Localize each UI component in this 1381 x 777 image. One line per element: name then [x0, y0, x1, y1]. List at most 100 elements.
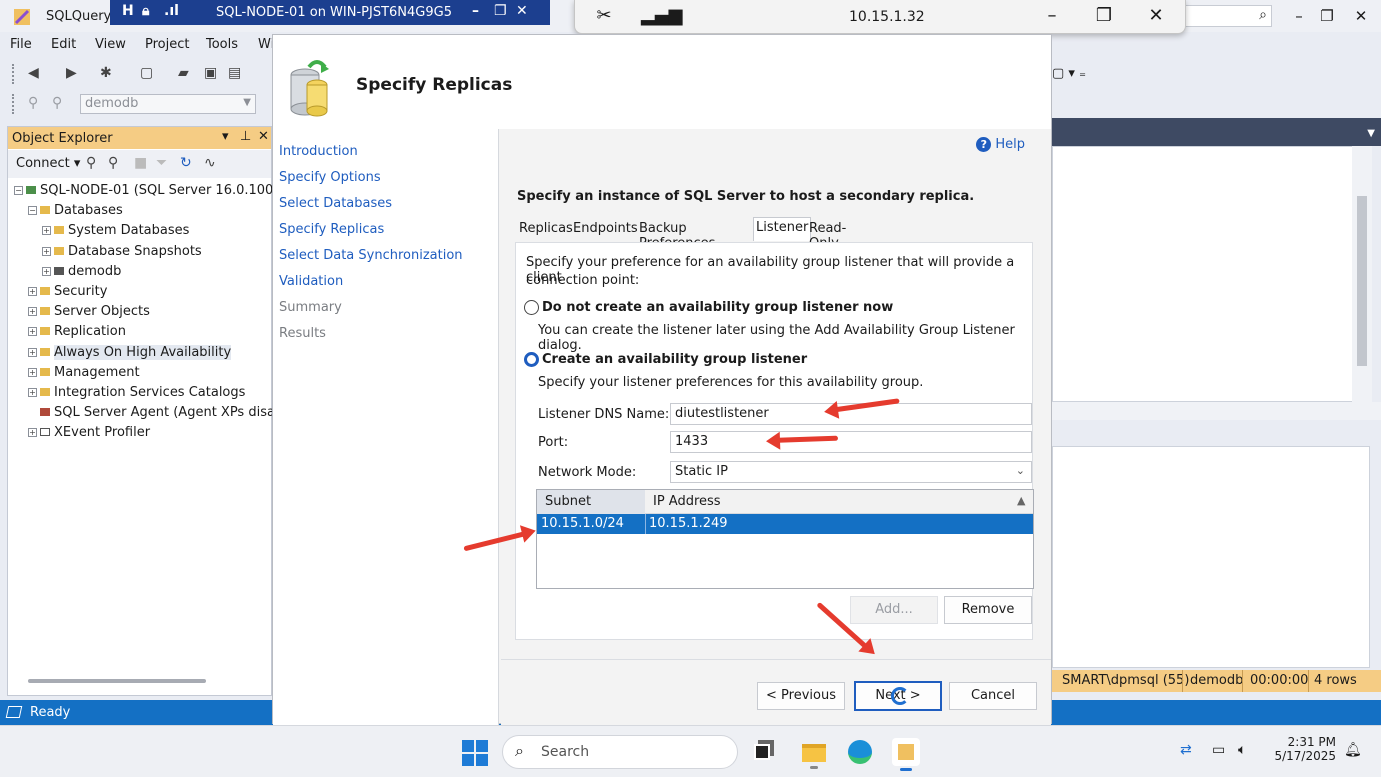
nav-introduction[interactable]: Introduction — [279, 144, 358, 159]
tab-read-only-routing[interactable]: Read-Only Routing — [807, 219, 861, 266]
tree-item[interactable]: + Server Objects — [28, 304, 150, 324]
start-button[interactable] — [462, 740, 488, 766]
task-view-icon[interactable] — [750, 738, 778, 766]
restore-icon[interactable]: ❐ — [494, 3, 507, 19]
ssms-search-box[interactable]: ⌕ — [1180, 5, 1272, 27]
panel-menu-icon[interactable]: ▾ — [222, 129, 229, 144]
minimize-button[interactable]: – — [1284, 4, 1314, 28]
save-icon[interactable]: ▣ — [204, 65, 217, 81]
back-icon[interactable]: ◀ — [28, 65, 39, 81]
radio-create-listener-label[interactable]: Create an availability group listener — [542, 352, 807, 367]
tree-item[interactable]: + System Databases — [42, 223, 189, 243]
database-selector[interactable]: demodb ▼ — [80, 94, 256, 114]
horizontal-scrollbar[interactable] — [1052, 402, 1381, 420]
grid-header-ip[interactable]: IP Address — [653, 494, 721, 509]
expand-icon[interactable]: + — [28, 428, 37, 438]
menu-edit[interactable]: Edit — [51, 37, 76, 52]
disconnect-icon[interactable]: ⚲ — [52, 95, 62, 111]
close-icon[interactable]: ✕ — [258, 129, 269, 144]
unpin-icon[interactable]: ✂ — [589, 5, 619, 26]
expand-icon[interactable]: + — [42, 226, 51, 236]
radio-create-listener[interactable] — [524, 352, 539, 367]
menu-project[interactable]: Project — [145, 37, 189, 52]
connect-icon[interactable]: ⚲ — [28, 95, 38, 111]
new-file-icon[interactable]: ▢ — [140, 65, 153, 81]
expand-icon[interactable]: + — [42, 266, 51, 276]
collapse-icon[interactable]: − — [14, 186, 23, 195]
expand-icon[interactable]: + — [28, 367, 37, 377]
filter-icon[interactable]: ⏷ — [156, 155, 167, 171]
close-icon[interactable]: ✕ — [1141, 5, 1171, 26]
expand-icon[interactable]: + — [42, 246, 51, 256]
close-button[interactable]: ✕ — [1346, 4, 1376, 28]
remove-button[interactable]: Remove — [944, 596, 1032, 624]
refresh-icon[interactable]: ↻ — [180, 155, 192, 171]
network-mode-select[interactable]: Static IP ⌄ — [670, 461, 1032, 483]
menu-file[interactable]: File — [10, 37, 32, 52]
tree-item[interactable]: + Security — [28, 284, 107, 304]
display-icon[interactable]: ▭ — [1212, 742, 1225, 758]
volume-icon[interactable]: 🔈︎ — [1238, 742, 1246, 758]
tab-listener[interactable]: Listener — [753, 217, 812, 241]
file-explorer-icon[interactable] — [800, 738, 828, 769]
stop-icon[interactable]: ■ — [134, 155, 147, 171]
tree-item[interactable]: + demodb — [42, 264, 121, 284]
add-button[interactable]: Add... — [850, 596, 938, 624]
menu-tools[interactable]: Tools — [206, 37, 238, 52]
pin-icon[interactable]: H — [122, 3, 134, 19]
nav-validation[interactable]: Validation — [279, 274, 343, 289]
restore-button[interactable]: ❐ — [1312, 4, 1342, 28]
vertical-scrollbar[interactable] — [1352, 146, 1372, 402]
expand-icon[interactable]: + — [28, 287, 37, 296]
expand-icon[interactable]: + — [28, 388, 37, 397]
menu-view[interactable]: View — [95, 37, 126, 52]
help-link[interactable]: ? Help — [976, 137, 1025, 152]
tree-item[interactable]: + Management — [28, 365, 140, 385]
toolbar-overflow-icon[interactable]: ▢ ▾ ₌ — [1052, 66, 1086, 81]
connection-quality-icon[interactable]: ▂▄▆ — [641, 5, 683, 26]
notifications-icon[interactable]: 🔔︎ — [1344, 742, 1362, 758]
table-row[interactable]: 10.15.1.0/24 10.15.1.249 — [537, 514, 1033, 534]
tree-item[interactable]: + Integration Services Catalogs — [28, 385, 245, 405]
nav-select-data-sync[interactable]: Select Data Synchronization — [279, 248, 463, 263]
tab-replicas[interactable]: Replicas — [517, 219, 575, 241]
activity-monitor-icon[interactable]: ∿ — [204, 155, 216, 171]
forward-icon[interactable]: ▶ — [66, 65, 77, 81]
horizontal-scrollbar[interactable] — [28, 679, 206, 683]
edge-browser-icon[interactable] — [846, 738, 874, 766]
tree-item[interactable]: + Database Snapshots — [42, 244, 202, 264]
new-project-icon[interactable]: ✱ — [100, 65, 112, 81]
tab-list-icon[interactable]: ▼ — [1367, 128, 1375, 139]
tab-backup-preferences[interactable]: Backup Preferences — [637, 219, 717, 251]
tree-item[interactable]: + XEvent Profiler — [28, 425, 150, 445]
collapse-icon[interactable]: − — [28, 206, 37, 216]
query-editor-pane[interactable] — [1052, 146, 1357, 402]
tree-item[interactable]: + Replication — [28, 324, 126, 344]
minimize-icon[interactable]: – — [1037, 5, 1067, 26]
restore-icon[interactable]: ❐ — [1089, 5, 1119, 26]
taskbar-search[interactable]: ⌕ Search — [502, 735, 738, 769]
radio-no-listener[interactable] — [524, 300, 539, 315]
minimize-icon[interactable]: – — [472, 3, 479, 19]
nav-select-databases[interactable]: Select Databases — [279, 196, 392, 211]
tree-item[interactable]: SQL Server Agent (Agent XPs disabled — [28, 405, 303, 425]
previous-button[interactable]: < Previous — [757, 682, 845, 710]
tree-item[interactable]: − Databases — [28, 203, 123, 223]
radio-no-listener-label[interactable]: Do not create an availability group list… — [542, 300, 893, 315]
tree-item[interactable]: − SQL-NODE-01 (SQL Server 16.0.1000.6 - — [14, 183, 303, 203]
tab-endpoints[interactable]: Endpoints — [571, 219, 640, 241]
port-input[interactable]: 1433 — [670, 431, 1032, 453]
expand-icon[interactable]: + — [28, 307, 37, 317]
results-pane[interactable] — [1052, 446, 1370, 668]
open-folder-icon[interactable]: ▰ — [178, 65, 189, 81]
connect-plug-icon[interactable]: ⚲ — [86, 155, 96, 171]
expand-icon[interactable]: + — [28, 327, 37, 337]
close-icon[interactable]: ✕ — [516, 3, 528, 19]
nav-specify-replicas[interactable]: Specify Replicas — [279, 222, 384, 237]
network-share-icon[interactable]: ⇄ — [1180, 742, 1192, 758]
disconnect-plug-icon[interactable]: ⚲ — [108, 155, 118, 171]
scrollbar-thumb[interactable] — [1357, 196, 1367, 366]
cancel-button[interactable]: Cancel — [949, 682, 1037, 710]
save-all-icon[interactable]: ▤ — [228, 65, 241, 81]
connect-dropdown[interactable]: Connect ▾ — [16, 156, 80, 171]
